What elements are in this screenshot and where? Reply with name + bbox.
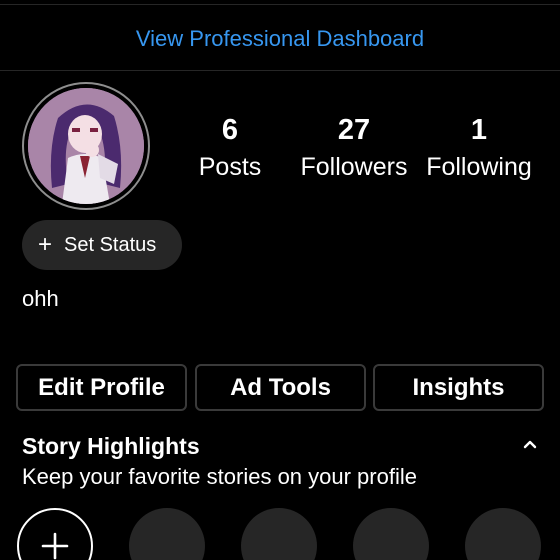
story-highlights-subtitle: Keep your favorite stories on your profi…: [22, 464, 417, 489]
story-highlights-title: Story Highlights: [22, 433, 200, 459]
avatar-image: [28, 88, 144, 204]
stat-posts[interactable]: 6 Posts: [180, 112, 280, 184]
avatar-illustration: [28, 88, 144, 204]
view-professional-dashboard-link[interactable]: View Professional Dashboard: [0, 24, 560, 54]
highlight-placeholder: [129, 508, 205, 560]
followers-label: Followers: [300, 153, 408, 181]
set-status-button[interactable]: + Set Status: [22, 220, 182, 270]
posts-label: Posts: [198, 153, 262, 181]
edit-profile-button[interactable]: Edit Profile: [16, 364, 187, 411]
stat-followers[interactable]: 27 Followers: [294, 112, 414, 184]
set-status-label: Set Status: [64, 233, 157, 256]
ad-tools-button[interactable]: Ad Tools: [195, 364, 366, 411]
posts-count: 6: [221, 114, 239, 146]
following-count: 1: [470, 114, 488, 146]
highlight-placeholder: [353, 508, 429, 560]
highlight-placeholder: [241, 508, 317, 560]
dashboard-divider: [0, 70, 560, 71]
followers-count: 27: [337, 114, 371, 146]
profile-avatar[interactable]: [22, 82, 150, 210]
plus-icon: [41, 532, 69, 560]
new-highlight-button[interactable]: [17, 508, 93, 560]
stat-following[interactable]: 1 Following: [420, 112, 538, 184]
insights-button[interactable]: Insights: [373, 364, 544, 411]
plus-icon: +: [38, 231, 53, 258]
chevron-up-icon[interactable]: [518, 432, 542, 456]
following-label: Following: [426, 153, 532, 181]
profile-bio: ohh: [22, 286, 59, 311]
highlight-placeholder: [465, 508, 541, 560]
top-divider: [0, 4, 560, 5]
